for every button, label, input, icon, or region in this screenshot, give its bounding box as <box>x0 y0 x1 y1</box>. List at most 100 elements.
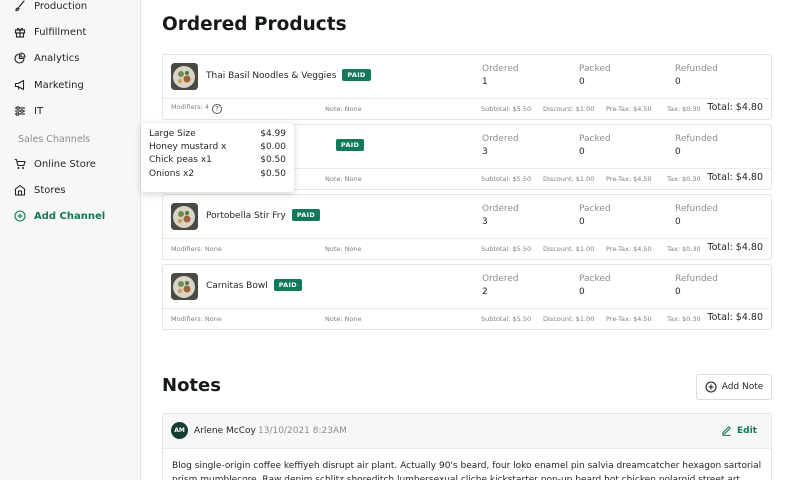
discount-text: Discount: $1.00 <box>543 175 595 183</box>
note-text: Note: None <box>325 105 362 113</box>
modifiers-text: Modifiers: None <box>171 245 222 253</box>
total-text: Total: $4.80 <box>707 172 763 183</box>
megaphone-icon <box>14 79 25 91</box>
add-note-button[interactable]: Add Note <box>696 374 772 400</box>
packed-value: 0 <box>579 287 585 297</box>
pretax-text: Pre-Tax: $4.50 <box>606 315 652 323</box>
notes-title: Notes <box>162 375 221 396</box>
store-icon <box>14 184 26 196</box>
pretax-text: Pre-Tax: $4.50 <box>606 245 652 253</box>
sidebar: Production Fulfillment Analytics Marketi… <box>0 0 141 480</box>
note-text: Note: None <box>325 175 362 183</box>
packed-metric: Packed 0 <box>579 134 611 157</box>
sidebar-item-label: Marketing <box>34 79 84 91</box>
sidebar-item-label: Fulfillment <box>34 26 87 38</box>
paid-badge: PAID <box>273 279 302 291</box>
note-header: AM Arlene McCoy 13/10/2021 8:23AM Edit <box>163 414 771 449</box>
sidebar-item-it[interactable]: IT <box>14 101 43 121</box>
sidebar-item-marketing[interactable]: Marketing <box>14 75 84 95</box>
note-body: Blog single-origin coffee keffiyeh disru… <box>172 461 762 480</box>
packed-value: 0 <box>579 147 585 157</box>
pie-chart-icon <box>14 52 26 64</box>
refunded-value: 0 <box>675 217 681 227</box>
paid-badge: PAID <box>336 139 365 151</box>
product-thumbnail <box>171 273 198 300</box>
card-divider <box>163 308 771 309</box>
packed-label: Packed <box>579 274 611 284</box>
refunded-value: 0 <box>675 77 681 87</box>
page-title: Ordered Products <box>162 14 347 35</box>
gift-icon <box>14 27 26 38</box>
subtotal-text: Subtotal: $5.50 <box>481 245 532 253</box>
tax-text: Tax: $0.30 <box>667 105 701 113</box>
modifier-price: $0.50 <box>260 155 286 166</box>
subtotal-text: Subtotal: $5.50 <box>481 175 532 183</box>
sidebar-item-label: IT <box>34 105 44 117</box>
refunded-metric: Refunded 0 <box>675 274 718 297</box>
modifiers-info[interactable]: Modifiers: 4? <box>171 103 223 114</box>
sidebar-item-fulfillment[interactable]: Fulfillment <box>14 22 86 42</box>
discount-text: Discount: $1.00 <box>543 245 595 253</box>
question-icon[interactable]: ? <box>212 104 223 114</box>
tooltip-row: Honey mustard x $0.00 <box>149 142 286 155</box>
add-channel-button[interactable]: Add Channel <box>14 206 105 226</box>
product-thumbnail <box>171 203 198 230</box>
sidebar-item-label: Online Store <box>34 158 96 170</box>
add-channel-label: Add Channel <box>34 210 106 222</box>
edit-note-button[interactable]: Edit <box>721 425 757 436</box>
note-text: Note: None <box>325 245 362 253</box>
product-name: Portobella Stir Fry PAID <box>206 209 321 221</box>
sidebar-item-stores[interactable]: Stores <box>14 180 66 200</box>
product-name-text: Carnitas Bowl <box>206 281 268 291</box>
section-label-sales-channels: Sales Channels <box>18 134 91 145</box>
plus-circle-icon <box>705 381 717 393</box>
sliders-icon <box>15 106 25 116</box>
ordered-label: Ordered <box>482 134 519 144</box>
ordered-label: Ordered <box>482 64 519 74</box>
tax-text: Tax: $0.30 <box>667 245 701 253</box>
product-thumbnail <box>171 63 198 90</box>
sidebar-item-analytics[interactable]: Analytics <box>14 48 79 68</box>
total-text: Total: $4.80 <box>707 312 763 323</box>
modifier-name: Onions x2 <box>149 168 195 179</box>
packed-metric: Packed 0 <box>579 204 611 227</box>
card-divider <box>163 238 771 239</box>
note-card: AM Arlene McCoy 13/10/2021 8:23AM Edit B… <box>162 413 772 480</box>
avatar: AM <box>171 422 188 439</box>
pretax-text: Pre-Tax: $4.50 <box>606 105 652 113</box>
sidebar-item-online-store[interactable]: Online Store <box>14 154 96 174</box>
ordered-metric: Ordered 1 <box>482 64 519 87</box>
refunded-label: Refunded <box>675 64 718 74</box>
product-card: Carnitas Bowl PAID Ordered 2 Packed 0 Refun… <box>162 264 772 330</box>
sidebar-item-label: Production <box>34 0 88 12</box>
refunded-label: Refunded <box>675 274 718 284</box>
refunded-value: 0 <box>675 147 681 157</box>
note-author: Arlene McCoy <box>194 426 256 436</box>
refunded-metric: Refunded 0 <box>675 134 718 157</box>
total-text: Total: $4.80 <box>707 102 763 113</box>
refunded-label: Refunded <box>675 134 718 144</box>
tax-text: Tax: $0.30 <box>667 175 701 183</box>
modifier-price: $4.99 <box>260 129 286 139</box>
modifiers-tooltip: Large Size $4.99 Honey mustard x $0.00 Chi… <box>141 123 294 192</box>
ordered-metric: Ordered 2 <box>482 274 519 297</box>
ordered-value: 3 <box>482 147 488 157</box>
sidebar-item-label: Analytics <box>34 52 80 64</box>
discount-text: Discount: $1.00 <box>543 105 595 113</box>
cart-icon <box>14 158 26 169</box>
refunded-metric: Refunded 0 <box>675 204 718 227</box>
paid-badge: PAID <box>291 209 321 221</box>
packed-value: 0 <box>579 217 585 227</box>
packed-label: Packed <box>579 134 611 144</box>
packed-label: Packed <box>579 204 611 214</box>
pretax-text: Pre-Tax: $4.50 <box>606 175 652 183</box>
sidebar-item-production[interactable]: Production <box>14 0 87 16</box>
refunded-metric: Refunded 0 <box>675 64 718 87</box>
subtotal-text: Subtotal: $5.50 <box>481 105 532 113</box>
main-content: Ordered Products Thai Basil Noodles & Ve… <box>141 0 790 480</box>
ordered-value: 1 <box>482 77 488 87</box>
discount-text: Discount: $1.00 <box>543 315 595 323</box>
plus-circle-icon <box>14 210 26 222</box>
tooltip-row: Chick peas x1 $0.50 <box>149 155 286 168</box>
card-divider <box>163 98 771 99</box>
